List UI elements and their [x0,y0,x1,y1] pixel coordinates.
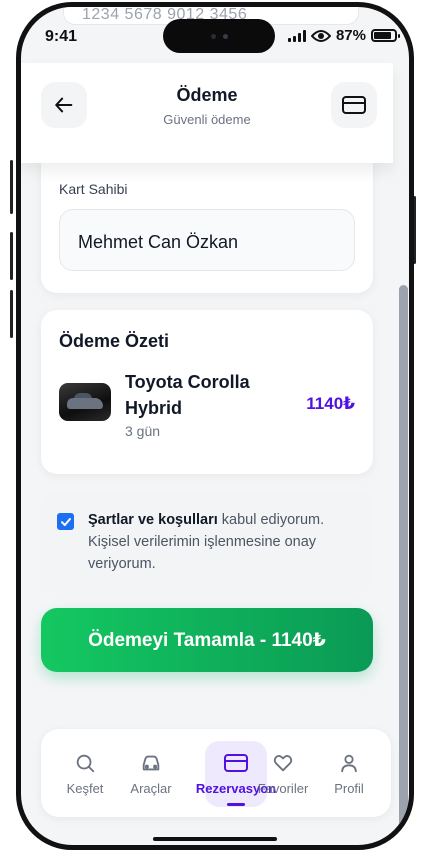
scrollbar[interactable] [399,285,408,830]
car-thumbnail [59,383,111,421]
status-indicators: 87% [287,27,400,44]
battery-percent: 87% [335,27,366,44]
eye-icon [310,29,331,42]
active-tab-indicator [227,803,245,806]
status-time: 9:41 [45,28,78,45]
silent-switch [10,160,13,214]
screen: 1234 5678 9012 3456 Kart Sahibi Mehmet C… [21,7,409,845]
summary-title: Ödeme Özeti [59,331,170,351]
search-icon [76,754,95,773]
check-icon [60,517,71,526]
card-icon [224,754,248,772]
tab-kesfet[interactable]: Keşfet [55,729,115,817]
terms-checkbox[interactable] [57,513,74,530]
total-price: 1140₺ [306,394,355,413]
heart-icon [273,755,293,772]
tab-label: Araçlar [130,781,172,796]
cardholder-input[interactable]: Mehmet Can Özkan [59,209,355,271]
card-button[interactable] [331,82,377,128]
credit-card-icon [342,96,366,114]
user-icon [341,754,357,773]
home-indicator [153,837,277,841]
status-bar: 9:41 87% [21,7,409,55]
tab-label: Profil [334,781,364,796]
app-header: Ödeme Güvenli ödeme [21,63,393,163]
dynamic-island [163,19,275,53]
volume-down-button [10,290,13,338]
rental-duration: 3 gün [125,423,161,439]
tab-araclar[interactable]: Araçlar [121,729,181,817]
terms-text: Şartlar ve koşulları kabul ediyorum. Kiş… [88,509,364,575]
battery-icon [371,29,400,42]
volume-up-button [10,232,13,280]
car-icon [142,755,160,771]
complete-payment-button[interactable]: Ödemeyi Tamamla - 1140₺ [41,608,373,672]
tab-profil[interactable]: Profil [319,729,379,817]
terms-link[interactable]: Şartlar ve koşulları [88,512,218,528]
tab-label: Keşfet [66,781,104,796]
tab-favoriler[interactable]: Favoriler [253,729,313,817]
phone-frame: 1234 5678 9012 3456 Kart Sahibi Mehmet C… [16,2,414,850]
signal-icon [287,29,306,42]
tab-label: Favoriler [257,781,309,796]
bottom-tab-bar: Keşfet Araçlar Rezervasyon Favoriler Pro… [41,729,391,817]
cardholder-label: Kart Sahibi [59,181,128,197]
car-name: Toyota Corolla Hybrid [125,372,250,418]
